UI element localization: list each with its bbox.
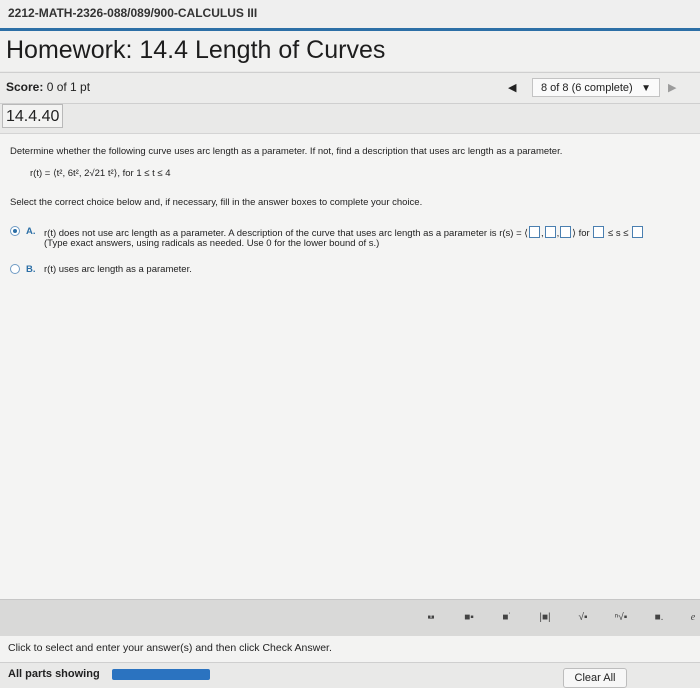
question-formula: r(t) = ⟨t², 6t², 2√21 t²⟩, for 1 ≤ t ≤ 4 (30, 168, 171, 179)
choice-b-letter: B. (26, 264, 36, 275)
absolute-value-icon[interactable]: |■| (532, 608, 558, 628)
math-toolbar: ▪̶▪ ■▪ ■˙ |■| √▪ ⁿ√▪ ■. e (0, 599, 700, 636)
previous-question-button[interactable]: ◀ (508, 81, 516, 94)
choice-b-radio[interactable] (10, 264, 20, 274)
exponent-icon[interactable]: ■˙ (494, 608, 520, 628)
question-instructions: Select the correct choice below and, if … (10, 197, 423, 208)
choice-a-subtext: (Type exact answers, using radicals as n… (44, 238, 380, 249)
homework-title: Homework: 14.4 Length of Curves (6, 36, 386, 64)
choice-b[interactable]: B. r(t) uses arc length as a parameter. (10, 264, 310, 278)
answer-box-lower-bound[interactable] (593, 226, 605, 238)
answer-box-x[interactable] (528, 226, 540, 238)
sqrt-icon[interactable]: √▪ (570, 608, 596, 628)
decimal-icon[interactable]: ■. (646, 608, 672, 628)
score-bar: Score: 0 of 1 pt ◀ 8 of 8 (6 complete) ▼… (0, 72, 700, 104)
all-parts-label: All parts showing (8, 668, 100, 680)
progress-text: 8 of 8 (6 complete) (541, 82, 633, 94)
question-progress-dropdown[interactable]: 8 of 8 (6 complete) ▼ (532, 78, 660, 97)
next-question-button[interactable]: ▶ (668, 81, 676, 94)
homework-header: Homework: 14.4 Length of Curves (0, 31, 700, 71)
answer-box-y[interactable] (544, 226, 556, 238)
bottom-bar: All parts showing Clear All (0, 662, 700, 688)
choice-a[interactable]: A. r(t) does not use arc length as a par… (10, 226, 700, 256)
footer-instruction: Click to select and enter your answer(s)… (8, 642, 332, 654)
score-label: Score: (6, 80, 44, 94)
vector-close-bracket: ⟩ (572, 228, 576, 239)
choice-a-for: for (578, 228, 590, 239)
choice-b-text: r(t) uses arc length as a parameter. (44, 264, 192, 275)
answer-box-upper-bound[interactable] (632, 226, 644, 238)
question-number: 14.4.40 (2, 104, 63, 128)
vector-open-bracket: ⟨ (524, 228, 528, 239)
fraction-icon[interactable]: ▪̶▪ (418, 608, 444, 628)
answer-box-z[interactable] (560, 226, 572, 238)
clear-all-button[interactable]: Clear All (563, 668, 627, 688)
nth-root-icon[interactable]: ⁿ√▪ (608, 608, 634, 628)
footer-instruction-bar: Click to select and enter your answer(s)… (0, 636, 700, 662)
mixed-number-icon[interactable]: ■▪ (456, 608, 482, 628)
choice-a-leq: ≤ s ≤ (608, 228, 629, 239)
question-area: Determine whether the following curve us… (0, 133, 700, 600)
e-icon[interactable]: e (680, 608, 700, 628)
score-value: 0 of 1 pt (46, 80, 91, 94)
parts-progress-bar[interactable] (112, 669, 210, 680)
choice-a-radio[interactable] (10, 226, 20, 236)
score: Score: 0 of 1 pt (6, 80, 90, 94)
course-header: 2212-MATH-2326-088/089/900-CALCULUS III (0, 0, 700, 31)
question-prompt: Determine whether the following curve us… (10, 146, 563, 157)
caret-down-icon: ▼ (641, 83, 651, 94)
course-title: 2212-MATH-2326-088/089/900-CALCULUS III (8, 6, 258, 20)
choice-a-letter: A. (26, 226, 36, 237)
